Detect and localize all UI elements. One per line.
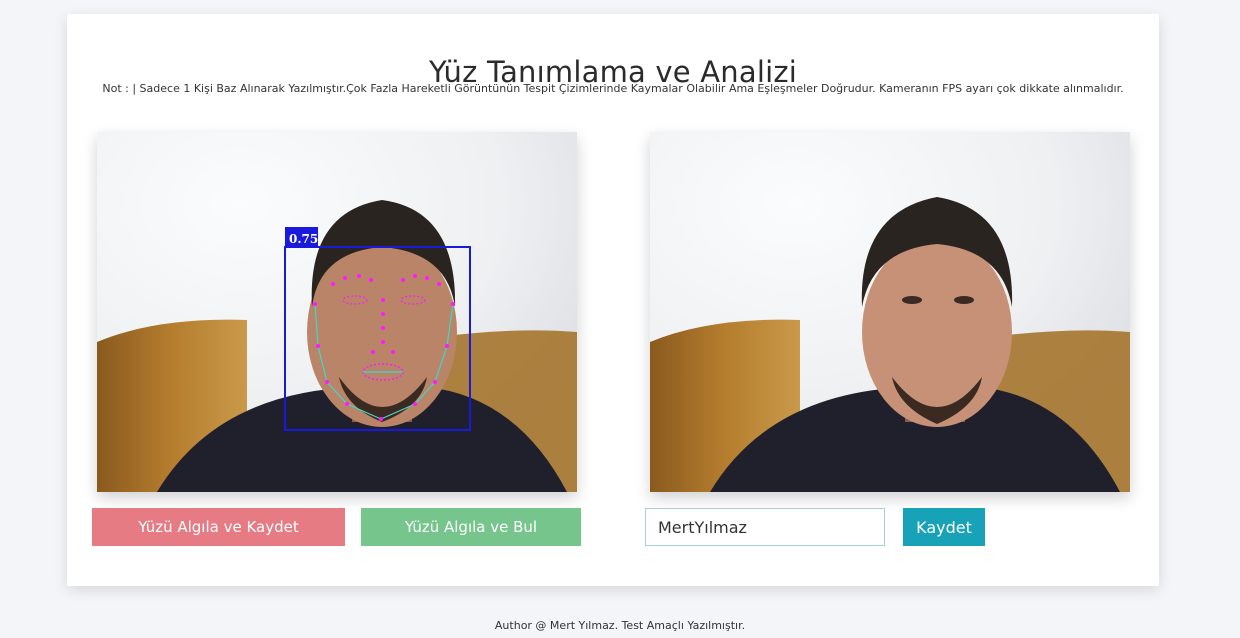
main-card: Yüz Tanımlama ve Analizi Not : | Sadece … [67,14,1159,586]
info-note: Not : | Sadece 1 Kişi Baz Alınarak Yazıl… [102,82,1124,95]
raw-camera-view [650,132,1130,492]
footer-credit: Author @ Mert Yılmaz. Test Amaçlı Yazılm… [494,619,746,632]
detection-camera-view: 0.75 [97,132,577,492]
save-button[interactable]: Kaydet [903,508,985,546]
detect-and-find-button[interactable]: Yüzü Algıla ve Bul [361,508,581,546]
detection-score-label: 0.75 [289,232,318,246]
detect-and-save-button[interactable]: Yüzü Algıla ve Kaydet [92,508,345,546]
name-input[interactable] [645,508,885,546]
